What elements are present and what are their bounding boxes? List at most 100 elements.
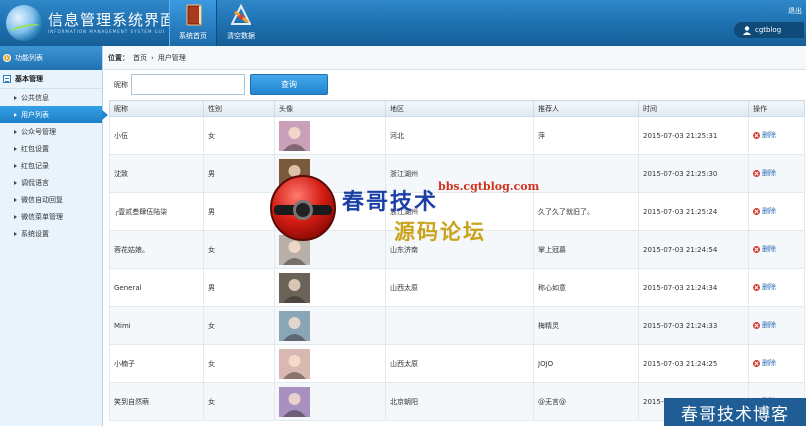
sidebar-item-red-packet-settings[interactable]: 红包设置	[0, 140, 102, 157]
cell-action: 删除	[748, 344, 805, 383]
avatar	[279, 272, 310, 303]
delete-label: 删除	[762, 169, 776, 178]
cell-region: 河北	[385, 116, 534, 155]
nav-clear-data[interactable]: 清空数据	[217, 0, 265, 46]
cell-gender: 男	[203, 154, 275, 193]
sidebar-item-label: 系统设置	[21, 229, 49, 238]
watermark-title: 春哥技术	[342, 189, 439, 215]
user-table: 昵称 性别 头像 地区 推荐人 时间 操作 小伍女河北萍 2015-07-03 2…	[109, 100, 805, 421]
delete-icon	[753, 131, 760, 139]
delete-link[interactable]: 删除	[753, 206, 776, 216]
arrow-right-icon	[14, 197, 17, 202]
cell-gender: 女	[203, 344, 275, 383]
cell-referrer: JOJO	[533, 344, 639, 383]
delete-icon	[753, 169, 760, 177]
delete-link[interactable]: 删除	[753, 320, 776, 330]
delete-link[interactable]: 删除	[753, 358, 776, 368]
delete-label: 删除	[762, 321, 776, 330]
sidebar-item-label: 微信菜单管理	[21, 212, 63, 221]
sidebar-item-system-settings[interactable]: 系统设置	[0, 225, 102, 242]
app-title: 信息管理系统界面	[48, 11, 177, 29]
tools-icon	[231, 4, 251, 25]
sidebar-item-user-list[interactable]: 用户列表	[0, 106, 108, 123]
sidebar-item-label: 微信自动回复	[21, 195, 63, 204]
column-header: 推荐人	[533, 100, 639, 117]
delete-label: 删除	[762, 283, 776, 292]
delete-icon	[753, 245, 760, 253]
column-header: 头像	[274, 100, 386, 117]
cell-gender: 男	[203, 268, 275, 307]
nickname-search-input[interactable]	[131, 74, 245, 95]
arrow-right-icon	[14, 112, 17, 117]
cell-time: 2015-07-03 21:24:34	[638, 268, 749, 307]
delete-link[interactable]: 删除	[753, 244, 776, 254]
cell-action: 删除	[748, 230, 805, 269]
delete-link[interactable]: 删除	[753, 130, 776, 140]
cell-referrer: 掌上冠慕	[533, 230, 639, 269]
sidebar-item-public-info[interactable]: 公共信息	[0, 89, 102, 106]
cell-time: 2015-07-03 21:25:24	[638, 192, 749, 231]
column-header: 时间	[638, 100, 749, 117]
delete-icon	[753, 283, 760, 291]
user-badge[interactable]: cgtblog	[734, 22, 804, 38]
list-icon	[3, 75, 11, 83]
cell-action: 删除	[748, 116, 805, 155]
table-row: 小伍女 河北萍 2015-07-03 21:25:31 删除	[109, 116, 805, 155]
watermark-subtitle: 源码论坛	[394, 219, 486, 244]
user-icon	[743, 25, 751, 35]
cell-avatar	[274, 116, 386, 155]
delete-link[interactable]: 删除	[753, 282, 776, 292]
search-button[interactable]: 查询	[250, 74, 328, 95]
search-label: 昵称	[114, 80, 128, 89]
avatar	[279, 310, 310, 341]
cell-time: 2015-07-03 21:24:33	[638, 306, 749, 345]
sidebar-item-label: 红包设置	[21, 144, 49, 153]
sidebar-item-teasing-language[interactable]: 调侃语言	[0, 174, 102, 191]
cell-referrer	[533, 154, 639, 193]
delete-link[interactable]: 删除	[753, 168, 776, 178]
sidebar-item-menu-management[interactable]: 微信菜单管理	[0, 208, 102, 225]
cell-region: 山西太原	[385, 268, 534, 307]
nav-home[interactable]: 系统首页	[169, 0, 217, 46]
cell-nickname: 沈致	[109, 154, 204, 193]
avatar	[279, 348, 310, 379]
column-header: 地区	[385, 100, 534, 117]
cell-avatar	[274, 306, 386, 345]
exit-link[interactable]: 退出	[788, 6, 802, 16]
sidebar-group-basic[interactable]: 基本管理	[0, 70, 102, 89]
sidebar-item-label: 公共信息	[21, 93, 49, 102]
watermark-url: bbs.cgtblog.com	[438, 180, 540, 193]
sidebar-item-red-packet-records[interactable]: 红包记录	[0, 157, 102, 174]
cell-nickname: General	[109, 268, 204, 307]
sidebar-item-auto-reply[interactable]: 微信自动回复	[0, 191, 102, 208]
cell-nickname: 笑到自然萌	[109, 382, 204, 421]
arrow-right-icon	[14, 163, 17, 168]
breadcrumb-separator: ›	[151, 53, 154, 62]
cell-gender: 女	[203, 230, 275, 269]
cell-time: 2015-07-03 21:25:31	[638, 116, 749, 155]
delete-label: 删除	[762, 207, 776, 216]
app-header: 信息管理系统界面 INFORMATION MANAGEMENT SYSTEM G…	[0, 0, 806, 46]
breadcrumb-home[interactable]: 首页	[133, 53, 147, 63]
play-circle-icon	[3, 54, 11, 62]
cell-time: 2015-07-03 21:25:30	[638, 154, 749, 193]
arrow-right-icon	[14, 129, 17, 134]
nav-clear-label: 清空数据	[227, 32, 255, 40]
cell-region: 北京朝阳	[385, 382, 534, 421]
cell-referrer: @无言@	[533, 382, 639, 421]
delete-label: 删除	[762, 131, 776, 140]
sidebar-item-label: 用户列表	[21, 110, 49, 119]
avatar	[279, 120, 310, 151]
cell-nickname: ╭壹贰叁肆伍陆柒	[109, 192, 204, 231]
delete-icon	[753, 359, 760, 367]
cell-region	[385, 306, 534, 345]
arrow-right-icon	[14, 214, 17, 219]
globe-logo-icon	[6, 5, 42, 41]
search-bar: 昵称 查询	[114, 74, 328, 95]
watermark-corner: 春哥技术博客	[664, 398, 806, 426]
arrow-right-icon	[14, 180, 17, 185]
breadcrumb: 位置： 首页 › 用户管理	[104, 46, 806, 70]
sidebar-item-official-accounts[interactable]: 公众号管理	[0, 123, 102, 140]
cell-region: 山西太原	[385, 344, 534, 383]
app-subtitle: INFORMATION MANAGEMENT SYSTEM GUI	[48, 29, 165, 34]
